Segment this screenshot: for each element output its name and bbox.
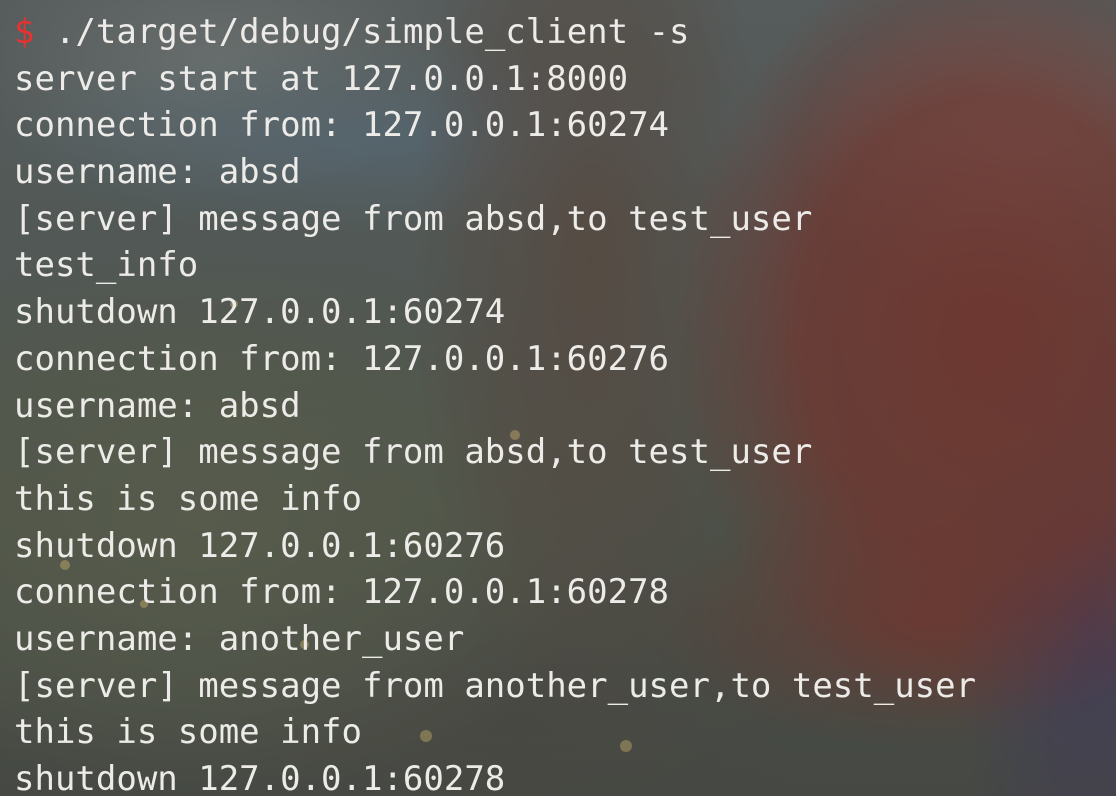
- output-line: shutdown 127.0.0.1:60278: [14, 759, 506, 796]
- output-line: server start at 127.0.0.1:8000: [14, 58, 629, 99]
- terminal-window[interactable]: $ ./target/debug/simple_client -s server…: [0, 0, 1116, 796]
- output-line: [server] message from absd,to test_user: [14, 198, 813, 239]
- output-line: connection from: 127.0.0.1:60278: [14, 572, 670, 613]
- output-line: username: absd: [14, 152, 301, 193]
- output-line: connection from: 127.0.0.1:60274: [14, 105, 670, 146]
- command-line: $ ./target/debug/simple_client -s: [14, 9, 976, 56]
- output-line: username: another_user: [14, 618, 465, 659]
- output-line: test_info: [14, 245, 199, 286]
- output-line: this is some info: [14, 478, 362, 519]
- output-line: [server] message from absd,to test_user: [14, 432, 813, 473]
- prompt-symbol: $: [14, 12, 35, 52]
- output-line: connection from: 127.0.0.1:60276: [14, 338, 670, 379]
- terminal-output[interactable]: $ ./target/debug/simple_client -s server…: [14, 9, 976, 796]
- output-line: shutdown 127.0.0.1:60274: [14, 292, 506, 333]
- output-line: this is some info: [14, 712, 362, 753]
- command-text: ./target/debug/simple_client -s: [34, 12, 690, 52]
- output-line: shutdown 127.0.0.1:60276: [14, 525, 506, 566]
- output-line: username: absd: [14, 385, 301, 426]
- output-line: [server] message from another_user,to te…: [14, 665, 977, 706]
